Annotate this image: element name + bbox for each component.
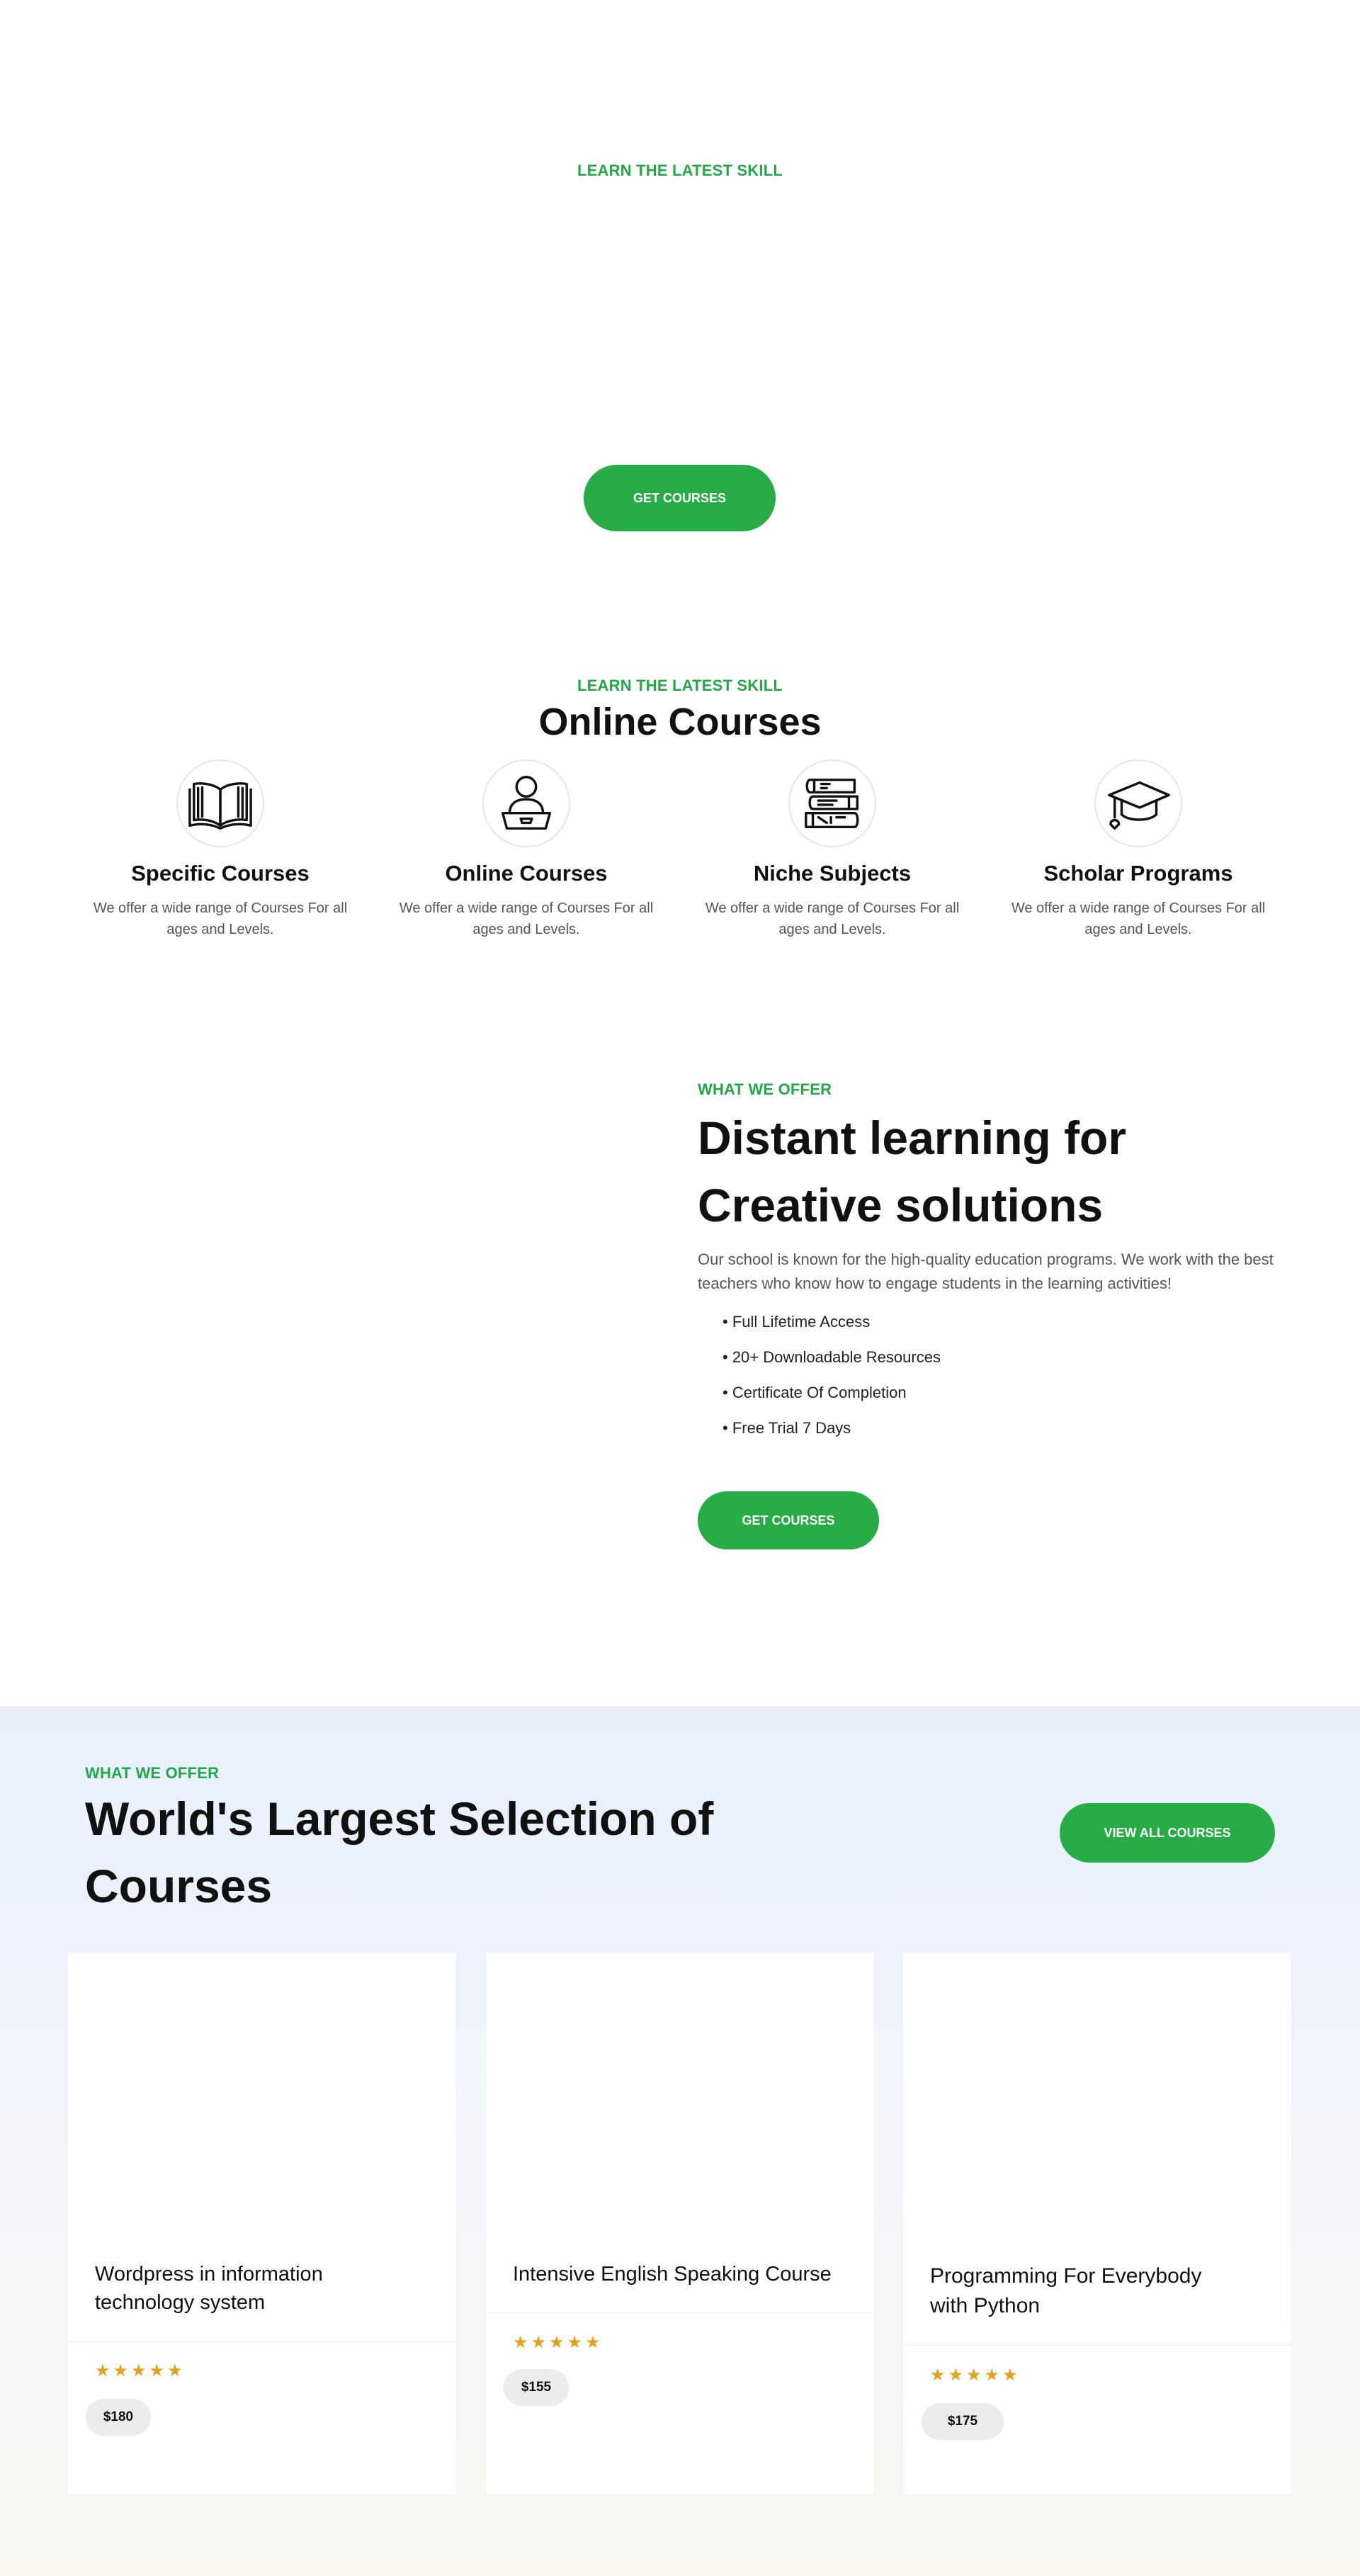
feature-icon-circle [788, 759, 876, 847]
hero-section: LEARN THE LATEST SKILL GET COURSES [0, 0, 1360, 609]
features-label: LEARN THE LATEST SKILL [577, 677, 783, 694]
features-title: Online Courses [538, 701, 822, 743]
feature-online-courses: Online Courses We offer a wide range of … [392, 759, 661, 940]
graduation-cap-icon [1108, 781, 1170, 830]
feature-description: We offer a wide range of Courses For all… [93, 900, 348, 937]
get-courses-button[interactable]: GET COURSES [584, 465, 776, 531]
feature-title: Scholar Programs [1043, 861, 1233, 886]
courses-title-line: World's Largest Selection of [85, 1792, 714, 1845]
price-badge: $175 [922, 2403, 1004, 2440]
feature-description: We offer a wide range of Courses For all… [705, 900, 960, 937]
offer-description: Our school is known for the high-quality… [698, 1250, 1274, 1292]
feature-scholar-programs: Scholar Programs We offer a wide range o… [1004, 759, 1273, 940]
offer-title: Distant learning for Creative solutions [698, 1105, 1279, 1239]
courses-section: WHAT WE OFFER World's Largest Selection … [0, 1706, 1360, 2576]
view-all-courses-button[interactable]: VIEW ALL COURSES [1060, 1803, 1275, 1863]
offer-label: WHAT WE OFFER [698, 1080, 832, 1098]
rating-stars-icon: ★★★★★ [95, 2361, 186, 2380]
course-title-line: Intensive English Speaking Course [513, 2263, 832, 2286]
list-item: • Free Trial 7 Days [722, 1419, 851, 1437]
price-badge: $180 [86, 2399, 151, 2436]
course-title-line: Wordpress in information [95, 2263, 323, 2286]
course-title[interactable]: Programming For Everybody with Python [930, 2261, 1201, 2321]
book-stack-icon [805, 778, 859, 829]
offer-title-line: Creative solutions [698, 1179, 1104, 1231]
rating-stars-icon: ★★★★★ [930, 2366, 1021, 2385]
price-badge: $155 [504, 2369, 569, 2406]
course-title-line: with Python [930, 2294, 1041, 2317]
feature-icon-circle [1094, 759, 1182, 847]
course-card[interactable]: Intensive English Speaking Course ★★★★★ … [486, 1953, 874, 2494]
feature-specific-courses: Specific Courses We offer a wide range o… [86, 759, 355, 940]
offer-section: WHAT WE OFFER Distant learning for Creat… [698, 1080, 1279, 1549]
open-book-icon [188, 782, 252, 830]
card-divider [903, 2345, 1291, 2346]
feature-description: We offer a wide range of Courses For all… [399, 900, 654, 937]
course-card[interactable]: Wordpress in information technology syst… [68, 1953, 456, 2494]
courses-label: WHAT WE OFFER [85, 1764, 220, 1782]
offer-title-line: Distant learning for [698, 1112, 1127, 1164]
course-title-line: Programming For Everybody [930, 2264, 1202, 2288]
get-courses-button[interactable]: GET COURSES [698, 1491, 879, 1549]
card-divider [486, 2312, 874, 2313]
feature-description: We offer a wide range of Courses For all… [1011, 900, 1266, 937]
rating-stars-icon: ★★★★★ [513, 2333, 604, 2352]
student-laptop-icon [501, 776, 552, 830]
course-title[interactable]: Intensive English Speaking Course [513, 2260, 832, 2288]
courses-title-line: Courses [85, 1860, 273, 1912]
course-title[interactable]: Wordpress in information technology syst… [95, 2260, 323, 2317]
feature-title: Niche Subjects [753, 861, 912, 886]
feature-niche-subjects: Niche Subjects We offer a wide range of … [698, 759, 967, 940]
courses-title: World's Largest Selection of Courses [85, 1785, 793, 1920]
list-item: • Full Lifetime Access [722, 1313, 871, 1331]
list-item: • Certificate Of Completion [722, 1384, 907, 1401]
hero-label: LEARN THE LATEST SKILL [577, 162, 783, 179]
feature-title: Specific Courses [131, 861, 310, 886]
feature-title: Online Courses [445, 861, 608, 886]
course-title-line: technology system [95, 2291, 266, 2314]
list-item: • 20+ Downloadable Resources [722, 1348, 941, 1366]
course-card[interactable]: Programming For Everybody with Python ★★… [903, 1953, 1291, 2494]
feature-icon-circle [482, 759, 570, 847]
offer-feature-list: • Full Lifetime Access • 20+ Downloadabl… [698, 1304, 1279, 1446]
feature-icon-circle [176, 759, 264, 847]
